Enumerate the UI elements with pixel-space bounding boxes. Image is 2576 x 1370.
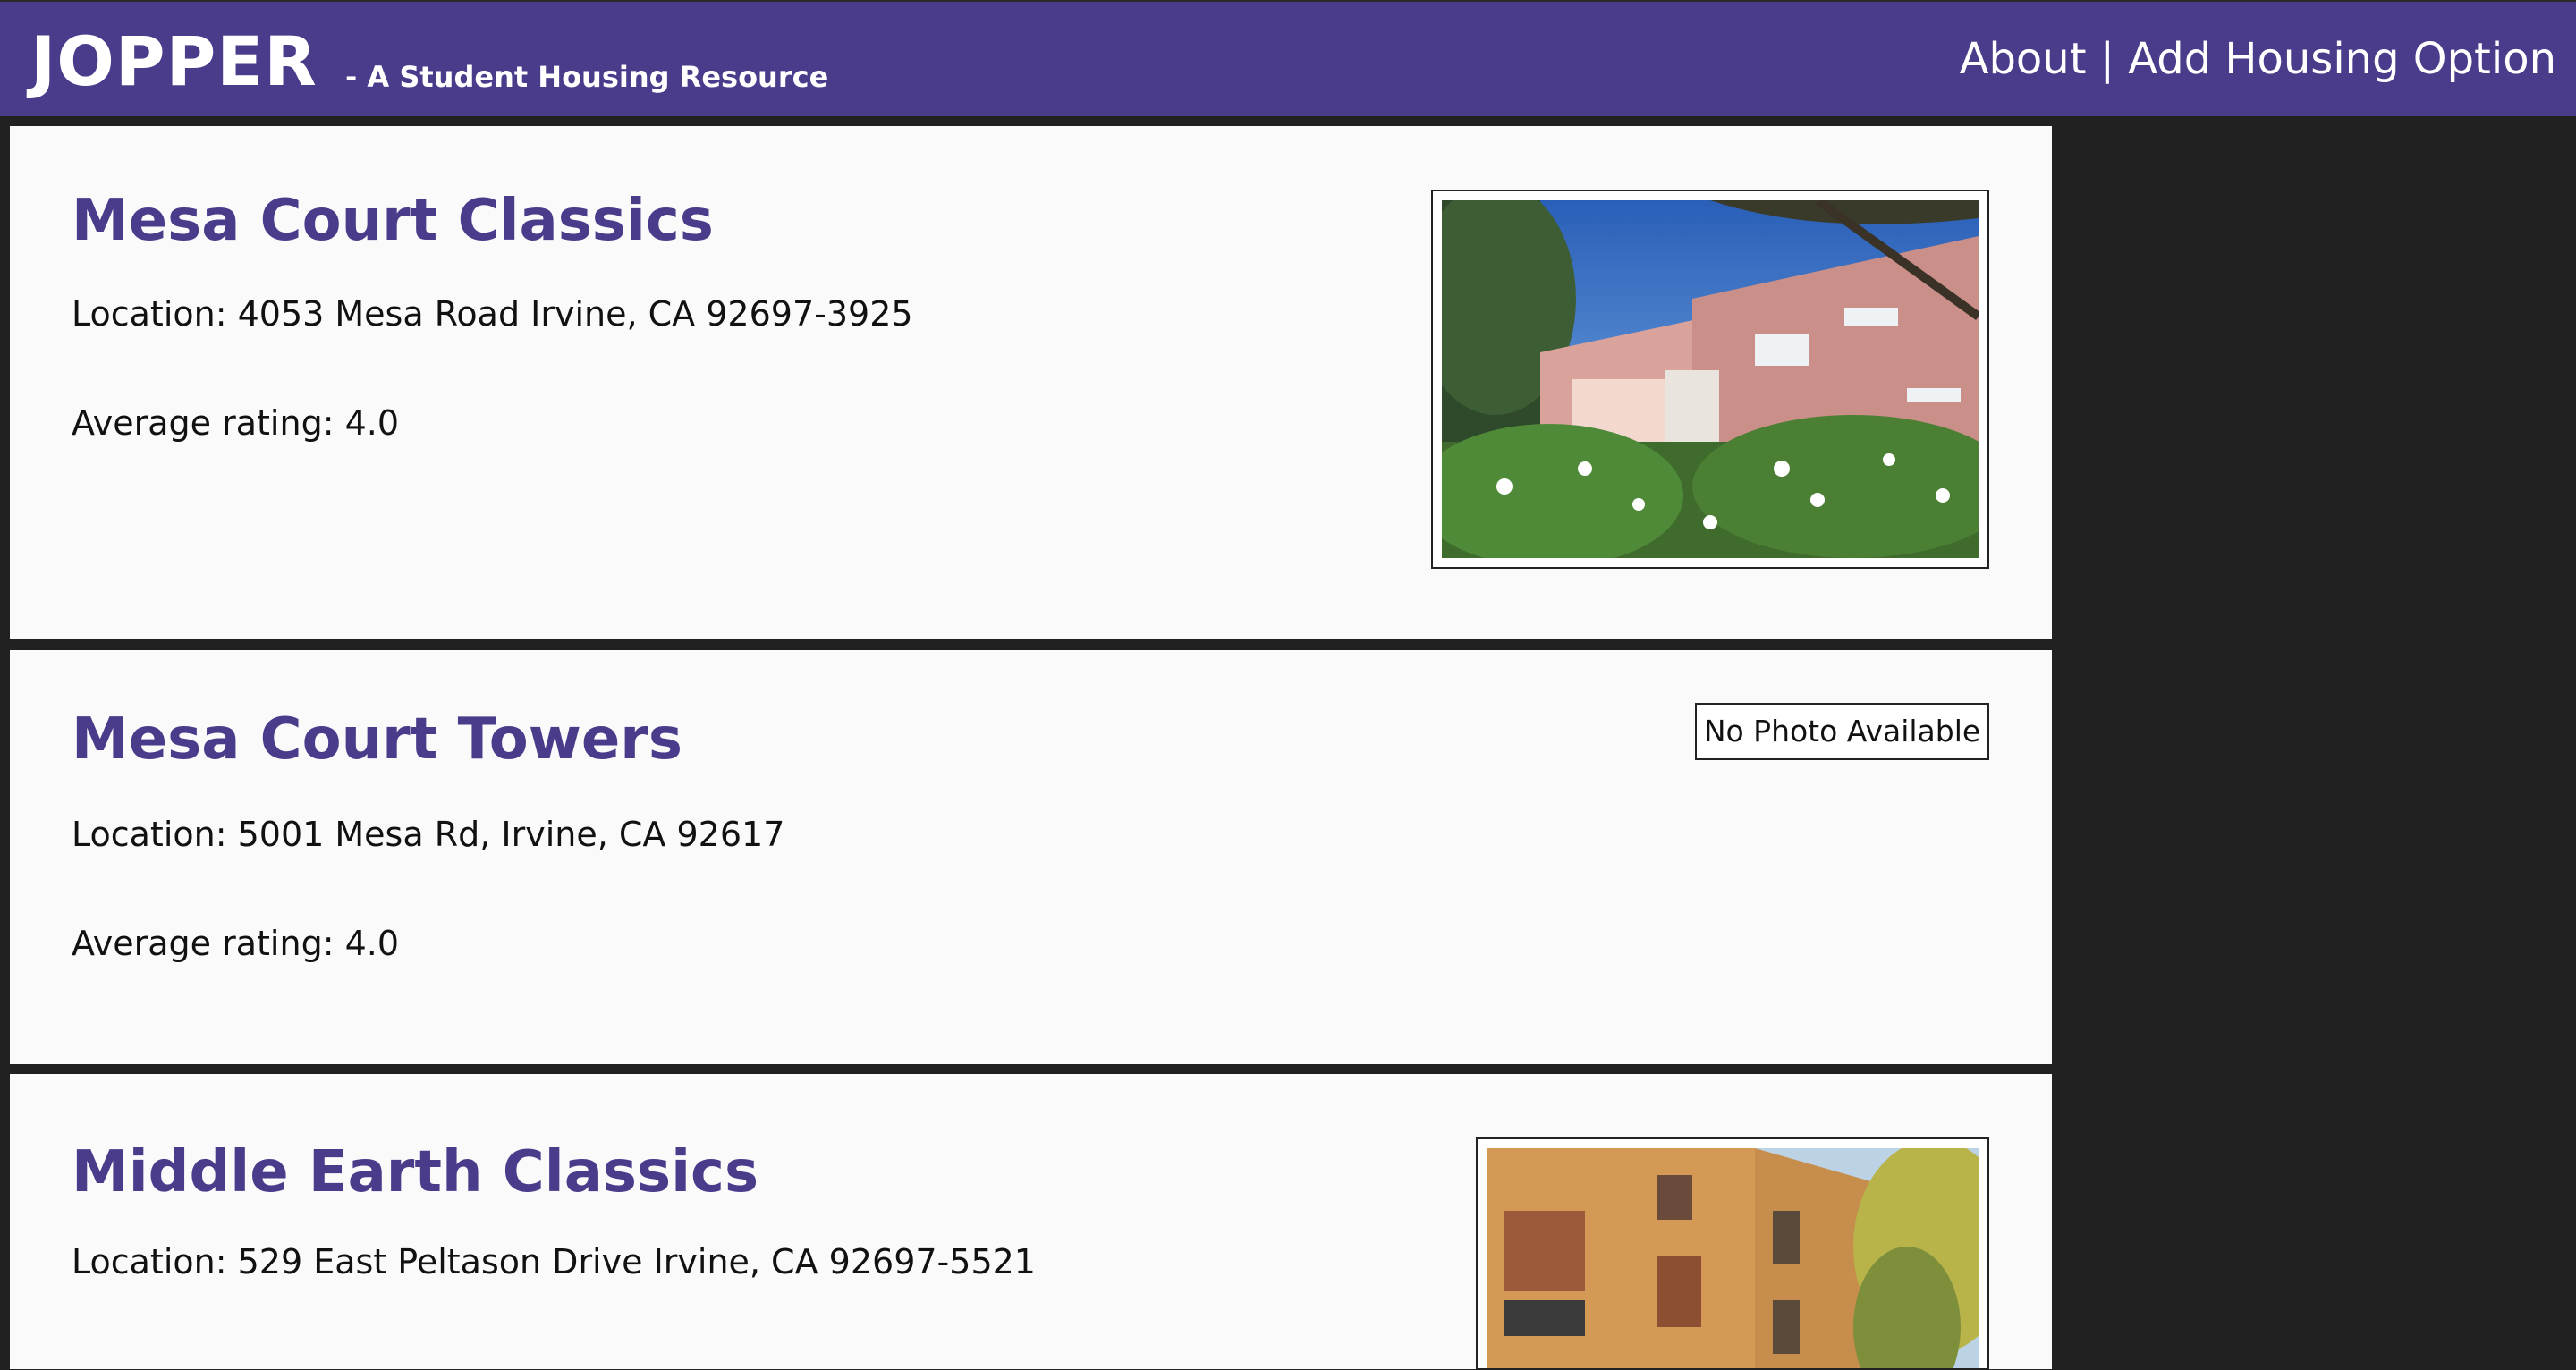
listing-title[interactable]: Middle Earth Classics	[72, 1137, 758, 1208]
brand-logo[interactable]: JOPPER	[30, 21, 318, 102]
listing-title[interactable]: Mesa Court Classics	[72, 185, 714, 257]
add-housing-link[interactable]: Add Housing Option	[2128, 34, 2556, 84]
building-photo	[1487, 1148, 1979, 1368]
nav-separator: |	[2099, 34, 2114, 84]
listing-rating: Average rating: 4.0	[72, 403, 400, 443]
nav-links: About | Add Housing Option	[1960, 30, 2556, 88]
no-photo-placeholder: No Photo Available	[1695, 703, 1989, 760]
brand-tagline: - A Student Housing Resource	[345, 60, 829, 94]
listing-card-mesa-court-classics: Mesa Court Classics Location: 4053 Mesa …	[10, 126, 2052, 639]
listing-photo-frame[interactable]	[1476, 1137, 1989, 1370]
listing-photo-frame[interactable]	[1431, 190, 1989, 569]
listing-card-mesa-court-towers: Mesa Court Towers Location: 5001 Mesa Rd…	[10, 650, 2052, 1064]
listing-card-middle-earth-classics: Middle Earth Classics Location: 529 East…	[10, 1074, 2052, 1370]
listing-location: Location: 5001 Mesa Rd, Irvine, CA 92617	[72, 815, 785, 854]
listing-rating: Average rating: 4.0	[72, 924, 400, 963]
about-link[interactable]: About	[1960, 34, 2087, 84]
listing-title[interactable]: Mesa Court Towers	[72, 704, 682, 775]
listing-location: Location: 529 East Peltason Drive Irvine…	[72, 1242, 1036, 1281]
building-photo	[1442, 200, 1979, 558]
top-navbar: JOPPER - A Student Housing Resource Abou…	[0, 0, 2576, 116]
listing-location: Location: 4053 Mesa Road Irvine, CA 9269…	[72, 294, 913, 334]
